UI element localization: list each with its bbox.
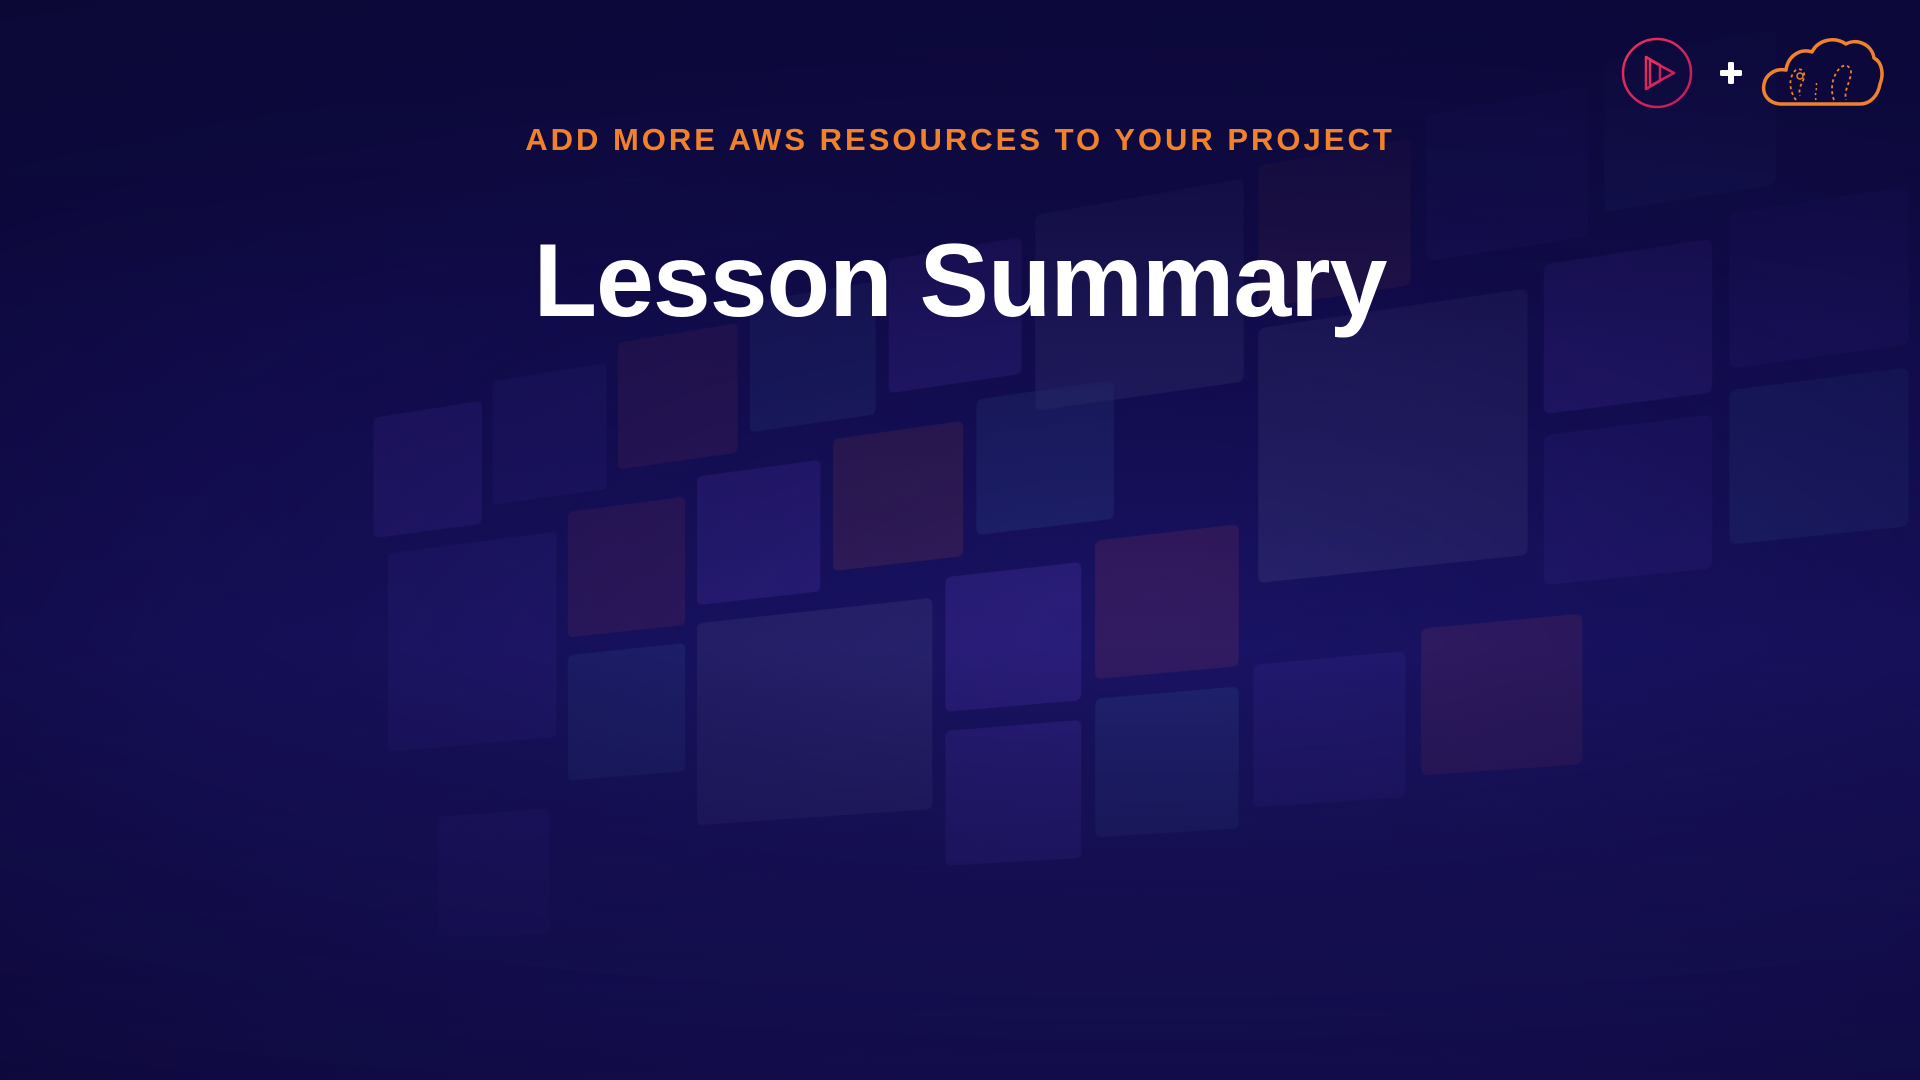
cloud-icon xyxy=(1761,38,1884,106)
background-vignette xyxy=(0,0,1920,1080)
slide-title: Lesson Summary xyxy=(533,223,1388,339)
brand-logos xyxy=(1620,34,1890,114)
play-icon xyxy=(1621,37,1693,109)
section-eyebrow: ADD MORE AWS RESOURCES TO YOUR PROJECT xyxy=(525,122,1395,157)
plus-icon xyxy=(1720,62,1742,84)
background-mosaic xyxy=(373,5,1909,1028)
